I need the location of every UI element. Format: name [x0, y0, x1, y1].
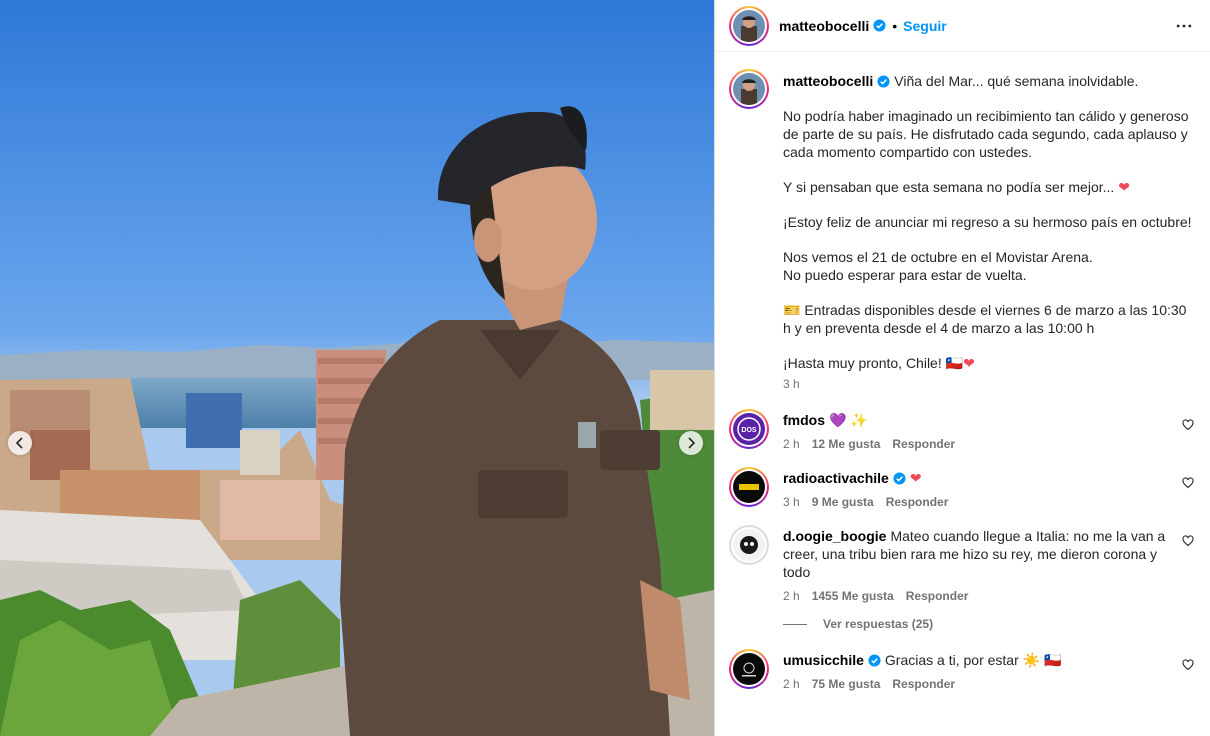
author-username[interactable]: matteobocelli: [779, 18, 869, 34]
doogie-avatar-image: [733, 529, 765, 561]
caption-line: No podría haber imaginado un recibimient…: [783, 108, 1189, 160]
post-photo: [0, 0, 714, 736]
caption-line: 🎫 Entradas disponibles desde el viernes …: [783, 302, 1187, 336]
post-side-panel: matteobocelli • Seguir matteobocelli Viñ…: [714, 0, 1210, 736]
view-replies-button[interactable]: Ver respuestas (25): [783, 617, 1194, 631]
heart-outline-icon[interactable]: [1182, 419, 1194, 431]
comment-body: Gracias a ti, por estar ☀️ 🇨🇱: [884, 652, 1062, 668]
commenter-avatar[interactable]: [729, 525, 769, 565]
comment-likes[interactable]: 12 Me gusta: [812, 437, 881, 451]
previous-image-button[interactable]: [8, 431, 32, 455]
next-image-button[interactable]: [679, 431, 703, 455]
heart-outline-icon[interactable]: [1182, 535, 1194, 547]
commenter-avatar[interactable]: [729, 467, 769, 507]
fmdos-avatar-image: DOS: [733, 413, 765, 445]
post-header: matteobocelli • Seguir: [715, 0, 1210, 52]
comment-time[interactable]: 3 h: [783, 495, 800, 509]
chevron-left-icon: [15, 437, 23, 449]
reply-button[interactable]: Responder: [892, 437, 955, 451]
verified-badge-icon: [873, 19, 886, 32]
caption-line: ¡Hasta muy pronto, Chile!: [783, 355, 946, 371]
author-avatar-image: [733, 9, 765, 42]
comment: radioactivachile ❤ 3 h 9 Me gusta Respond…: [729, 467, 1194, 509]
commenter-avatar[interactable]: [729, 649, 769, 689]
comment-time[interactable]: 2 h: [783, 589, 800, 603]
comment-username[interactable]: fmdos: [783, 412, 825, 428]
follow-button[interactable]: Seguir: [903, 18, 947, 34]
comment-likes[interactable]: 75 Me gusta: [812, 677, 881, 691]
heart-emoji: ❤: [1118, 179, 1130, 195]
comment: umusicchile Gracias a ti, por estar ☀️ 🇨🇱…: [729, 649, 1194, 691]
chevron-right-icon: [688, 437, 696, 449]
post-timestamp[interactable]: 3 h: [783, 375, 1194, 393]
heart-outline-icon[interactable]: [1182, 477, 1194, 489]
caption-line: Y si pensaban que esta semana no podía s…: [783, 179, 1119, 195]
reply-button[interactable]: Responder: [892, 677, 955, 691]
heart-outline-icon[interactable]: [1182, 659, 1194, 671]
caption-line: No puedo esperar para estar de vuelta.: [783, 267, 1027, 283]
flag-emoji: 🇨🇱: [945, 355, 964, 371]
comment-body: ❤: [909, 470, 922, 486]
comment: d.oogie_boogie Mateo cuando llegue a Ital…: [729, 525, 1194, 603]
reply-button[interactable]: Responder: [886, 495, 949, 509]
caption-username[interactable]: matteobocelli: [783, 73, 873, 89]
comment-time[interactable]: 2 h: [783, 677, 800, 691]
author-avatar-image: [733, 73, 765, 105]
caption-line: Viña del Mar... qué semana inolvidable.: [894, 73, 1139, 89]
caption-line: Nos vemos el 21 de octubre en el Movista…: [783, 249, 1093, 265]
post-media[interactable]: [0, 0, 714, 736]
caption-line: ¡Estoy feliz de anunciar mi regreso a su…: [783, 214, 1192, 230]
comment-username[interactable]: umusicchile: [783, 652, 864, 668]
commenter-avatar[interactable]: DOS: [729, 409, 769, 449]
umusic-avatar-image: [733, 653, 765, 685]
more-options-icon: [1176, 24, 1192, 27]
heart-emoji: ❤: [963, 355, 975, 371]
fmdos-avatar-label: DOS: [741, 427, 757, 434]
radioactiva-avatar-image: [733, 471, 765, 503]
more-options-button[interactable]: [1172, 14, 1196, 38]
comment-time[interactable]: 2 h: [783, 437, 800, 451]
comment-likes[interactable]: 9 Me gusta: [812, 495, 874, 509]
caption-text: matteobocelli Viña del Mar... qué semana …: [783, 69, 1194, 393]
caption-author-avatar[interactable]: [729, 69, 769, 109]
verified-badge-icon: [868, 654, 881, 667]
view-replies-label: Ver respuestas (25): [823, 617, 934, 631]
verified-badge-icon: [893, 472, 906, 485]
comment: DOS fmdos 💜 ✨ 2 h 12 Me gusta Responder: [729, 409, 1194, 451]
post-caption: matteobocelli Viña del Mar... qué semana …: [729, 69, 1194, 393]
comment-body: 💜 ✨: [829, 412, 868, 428]
post-viewer: matteobocelli • Seguir matteobocelli Viñ…: [0, 0, 1210, 736]
reply-button[interactable]: Responder: [906, 589, 969, 603]
verified-badge-icon: [877, 75, 890, 88]
comment-username[interactable]: radioactivachile: [783, 470, 889, 486]
separator-dot: •: [892, 17, 898, 34]
comment-username[interactable]: d.oogie_boogie: [783, 528, 886, 544]
comments-scroll-area[interactable]: matteobocelli Viña del Mar... qué semana …: [715, 53, 1210, 736]
replies-divider: [783, 623, 807, 625]
author-avatar[interactable]: [729, 5, 769, 46]
comment-likes[interactable]: 1455 Me gusta: [812, 589, 894, 603]
